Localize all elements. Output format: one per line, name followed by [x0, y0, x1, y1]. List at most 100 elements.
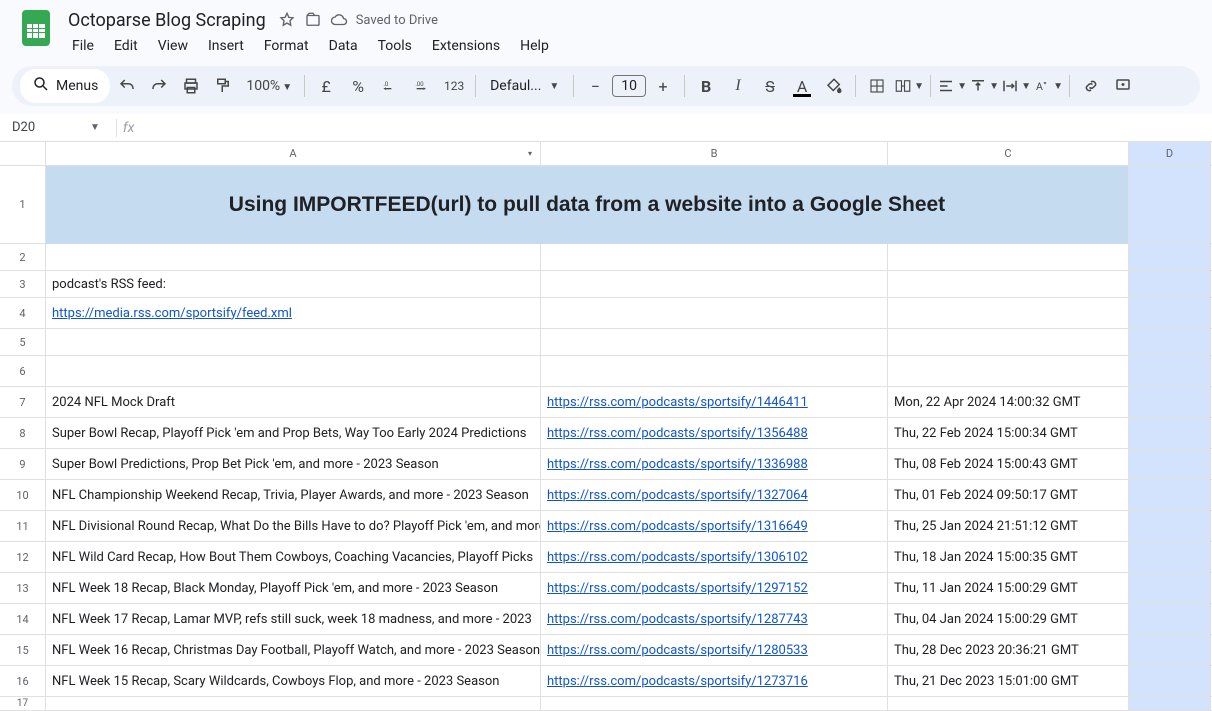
sheets-logo[interactable] — [16, 8, 56, 48]
text-color-button[interactable]: A — [787, 71, 817, 101]
menu-extensions[interactable]: Extensions — [424, 34, 508, 58]
redo-button[interactable] — [144, 71, 174, 101]
menu-format[interactable]: Format — [256, 34, 317, 58]
currency-button[interactable]: £ — [311, 71, 341, 101]
cell-url[interactable]: https://rss.com/podcasts/sportsify/12737… — [541, 666, 888, 696]
row-header[interactable]: 5 — [0, 329, 46, 355]
decrease-decimal-button[interactable]: .0 — [375, 71, 405, 101]
rotate-button[interactable]: A▼ — [1033, 71, 1063, 101]
select-all-corner[interactable] — [0, 142, 46, 165]
column-header-b[interactable]: B — [541, 142, 888, 165]
name-box-dropdown-icon[interactable]: ▼ — [80, 122, 110, 133]
name-box[interactable]: D20 — [8, 118, 80, 137]
undo-button[interactable] — [112, 71, 142, 101]
cell-title[interactable]: NFL Championship Weekend Recap, Trivia, … — [46, 480, 541, 510]
cell[interactable] — [888, 298, 1129, 328]
star-icon[interactable] — [278, 11, 296, 29]
print-button[interactable] — [176, 71, 206, 101]
strikethrough-button[interactable]: S — [755, 71, 785, 101]
cell[interactable] — [888, 329, 1129, 355]
podcast-link[interactable]: https://rss.com/podcasts/sportsify/14464… — [547, 395, 808, 410]
increase-decimal-button[interactable]: .00 — [407, 71, 437, 101]
row-header[interactable]: 6 — [0, 356, 46, 386]
cell[interactable] — [1129, 329, 1211, 355]
cell[interactable] — [1129, 244, 1211, 270]
cell[interactable] — [541, 298, 888, 328]
link-button[interactable] — [1076, 71, 1106, 101]
cell-date[interactable]: Thu, 08 Feb 2024 15:00:43 GMT — [888, 449, 1129, 479]
cell-date[interactable]: Thu, 21 Dec 2023 15:01:00 GMT — [888, 666, 1129, 696]
cell[interactable] — [1129, 166, 1211, 243]
column-header-a[interactable]: A▾ — [46, 142, 541, 165]
cell[interactable] — [888, 271, 1129, 297]
cell-url[interactable]: https://rss.com/podcasts/sportsify/12971… — [541, 573, 888, 603]
h-align-button[interactable]: ▼ — [937, 71, 967, 101]
rss-link[interactable]: https://media.rss.com/sportsify/feed.xml — [52, 306, 292, 321]
cell-title[interactable]: Super Bowl Recap, Playoff Pick 'em and P… — [46, 418, 541, 448]
row-header[interactable]: 3 — [0, 271, 46, 297]
number-format-button[interactable]: 123 — [439, 71, 469, 101]
cell[interactable] — [1129, 635, 1211, 665]
cell-url[interactable]: https://rss.com/podcasts/sportsify/13166… — [541, 511, 888, 541]
cell-date[interactable]: Thu, 04 Jan 2024 15:00:29 GMT — [888, 604, 1129, 634]
cell-title[interactable]: NFL Week 16 Recap, Christmas Day Footbal… — [46, 635, 541, 665]
cell-date[interactable]: Thu, 28 Dec 2023 20:36:21 GMT — [888, 635, 1129, 665]
cell[interactable] — [1129, 666, 1211, 696]
font-select[interactable]: Defaul...▼ — [482, 74, 567, 98]
menu-insert[interactable]: Insert — [200, 34, 252, 58]
menu-edit[interactable]: Edit — [106, 34, 146, 58]
cell-title[interactable]: NFL Week 17 Recap, Lamar MVP, refs still… — [46, 604, 541, 634]
cell-url[interactable]: https://rss.com/podcasts/sportsify/13270… — [541, 480, 888, 510]
podcast-link[interactable]: https://rss.com/podcasts/sportsify/12971… — [547, 581, 808, 596]
cell-url[interactable]: https://rss.com/podcasts/sportsify/13061… — [541, 542, 888, 572]
podcast-link[interactable]: https://rss.com/podcasts/sportsify/13564… — [547, 426, 808, 441]
cell[interactable] — [1129, 511, 1211, 541]
cell-url[interactable]: https://rss.com/podcasts/sportsify/12805… — [541, 635, 888, 665]
comment-button[interactable] — [1108, 71, 1138, 101]
podcast-link[interactable]: https://rss.com/podcasts/sportsify/12877… — [547, 612, 808, 627]
cell-url[interactable]: https://rss.com/podcasts/sportsify/12877… — [541, 604, 888, 634]
filter-icon[interactable]: ▾ — [528, 149, 532, 158]
cell[interactable]: https://media.rss.com/sportsify/feed.xml — [46, 298, 541, 328]
cell-title[interactable]: NFL Week 15 Recap, Scary Wildcards, Cowb… — [46, 666, 541, 696]
row-header[interactable]: 12 — [0, 542, 46, 572]
cell[interactable] — [1129, 418, 1211, 448]
cloud-saved-icon[interactable] — [330, 11, 348, 29]
podcast-link[interactable]: https://rss.com/podcasts/sportsify/13270… — [547, 488, 808, 503]
menu-file[interactable]: File — [64, 34, 102, 58]
cell-date[interactable]: Thu, 18 Jan 2024 15:00:35 GMT — [888, 542, 1129, 572]
column-header-d[interactable]: D — [1129, 142, 1211, 165]
cell[interactable] — [541, 356, 888, 386]
row-header[interactable]: 15 — [0, 635, 46, 665]
cell[interactable] — [1129, 480, 1211, 510]
cell[interactable] — [541, 697, 888, 710]
cell[interactable] — [46, 697, 541, 710]
cell-title[interactable]: 2024 NFL Mock Draft — [46, 387, 541, 417]
cell-date[interactable]: Thu, 22 Feb 2024 15:00:34 GMT — [888, 418, 1129, 448]
row-header[interactable]: 9 — [0, 449, 46, 479]
italic-button[interactable]: I — [723, 71, 753, 101]
cell[interactable] — [888, 697, 1129, 710]
cell[interactable] — [1129, 573, 1211, 603]
decrease-font-button[interactable]: − — [580, 71, 610, 101]
cell-date[interactable]: Thu, 11 Jan 2024 15:00:29 GMT — [888, 573, 1129, 603]
cell-date[interactable]: Mon, 22 Apr 2024 14:00:32 GMT — [888, 387, 1129, 417]
increase-font-button[interactable]: + — [648, 71, 678, 101]
row-header[interactable]: 1 — [0, 166, 46, 243]
cell-url[interactable]: https://rss.com/podcasts/sportsify/14464… — [541, 387, 888, 417]
row-header[interactable]: 11 — [0, 511, 46, 541]
row-header[interactable]: 7 — [0, 387, 46, 417]
podcast-link[interactable]: https://rss.com/podcasts/sportsify/12737… — [547, 674, 808, 689]
borders-button[interactable] — [862, 71, 892, 101]
paint-format-button[interactable] — [208, 71, 238, 101]
row-header[interactable]: 13 — [0, 573, 46, 603]
cell[interactable] — [1129, 697, 1211, 710]
row-header[interactable]: 16 — [0, 666, 46, 696]
cell[interactable] — [46, 356, 541, 386]
move-icon[interactable] — [304, 11, 322, 29]
podcast-link[interactable]: https://rss.com/podcasts/sportsify/13166… — [547, 519, 808, 534]
cell[interactable] — [1129, 542, 1211, 572]
merge-button[interactable]: ▼ — [894, 71, 924, 101]
podcast-link[interactable]: https://rss.com/podcasts/sportsify/13061… — [547, 550, 808, 565]
font-size-input[interactable]: 10 — [612, 75, 646, 97]
